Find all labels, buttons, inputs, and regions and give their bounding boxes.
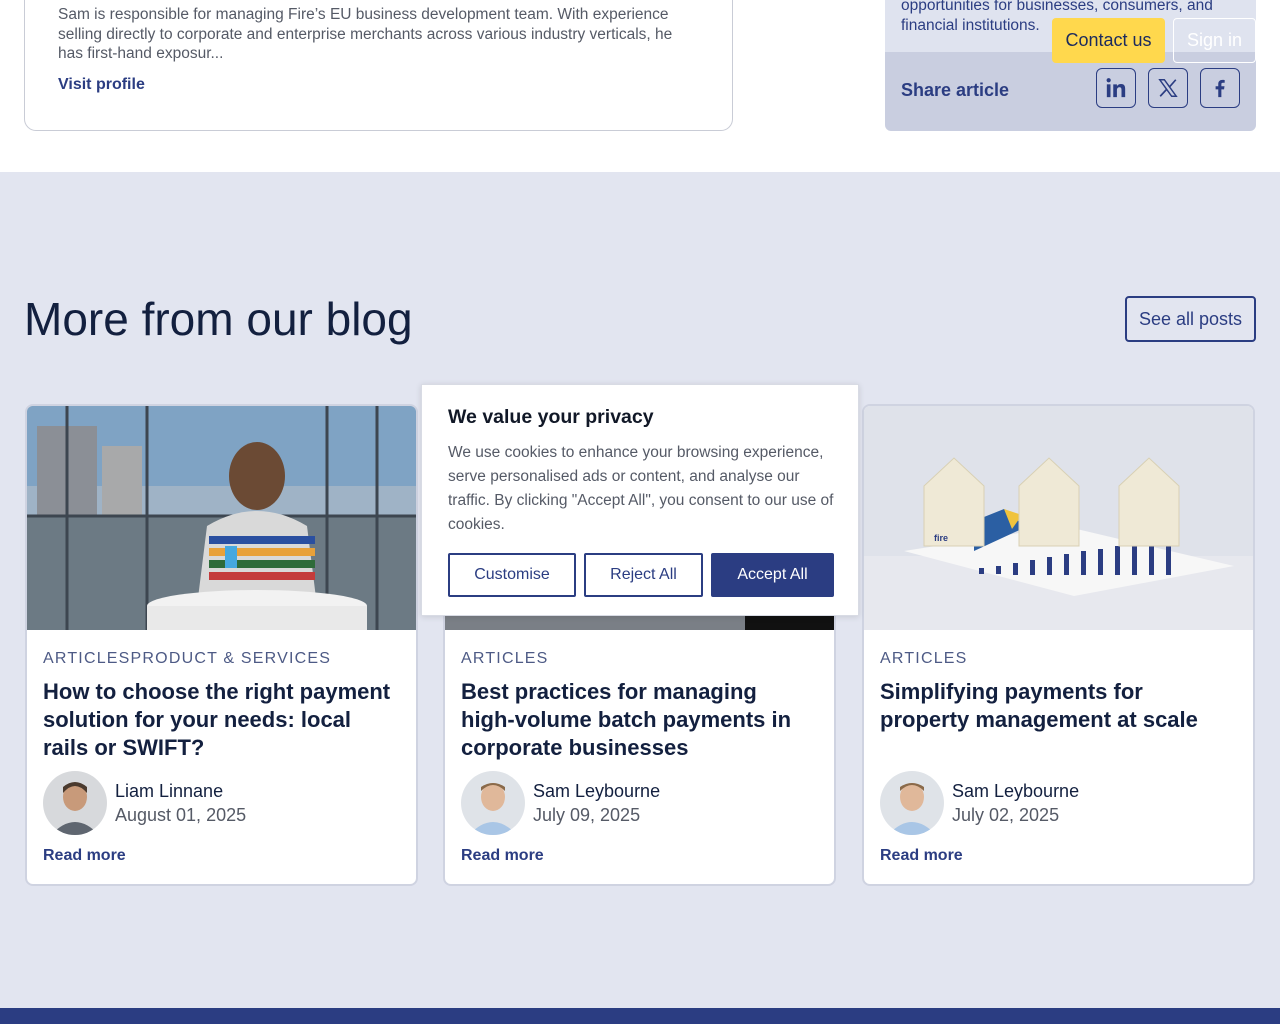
cookie-consent-dialog: We value your privacy We use cookies to …	[421, 384, 859, 616]
author-name: Liam Linnane	[115, 781, 224, 801]
linkedin-icon	[1106, 78, 1126, 98]
avatar	[43, 771, 107, 835]
share-x-button[interactable]	[1148, 68, 1188, 108]
accept-all-button[interactable]: Accept All	[711, 553, 834, 597]
contact-us-button[interactable]: Contact us	[1052, 18, 1165, 63]
x-icon	[1158, 79, 1178, 97]
author-card: Sam is responsible for managing Fire’s E…	[24, 0, 733, 131]
visit-profile-link[interactable]: Visit profile	[58, 76, 145, 94]
card-author: Sam Leybourne July 02, 2025	[880, 771, 1079, 835]
read-more-link[interactable]: Read more	[880, 847, 963, 865]
post-date: July 09, 2025	[533, 805, 641, 825]
facebook-icon	[1215, 79, 1225, 98]
card-title[interactable]: Best practices for managing high-volume …	[461, 678, 816, 762]
section-title: More from our blog	[24, 293, 413, 345]
footer-bar	[0, 1008, 1280, 1024]
author-name: Sam Leybourne	[533, 781, 661, 801]
card-author: Sam Leybourne July 09, 2025	[461, 771, 660, 835]
avatar	[880, 771, 944, 835]
customise-button[interactable]: Customise	[448, 553, 576, 597]
cookie-body: We use cookies to enhance your browsing …	[448, 444, 834, 533]
author-name: Sam Leybourne	[952, 781, 1080, 801]
card-author: Liam Linnane August 01, 2025	[43, 771, 246, 835]
share-linkedin-button[interactable]	[1096, 68, 1136, 108]
sign-in-button[interactable]: Sign in	[1173, 18, 1256, 63]
read-more-link[interactable]: Read more	[43, 847, 126, 865]
card-category: ARTICLES	[461, 650, 549, 667]
reject-all-button[interactable]: Reject All	[584, 553, 703, 597]
post-date: August 01, 2025	[115, 805, 247, 825]
read-more-link[interactable]: Read more	[461, 847, 544, 865]
author-bio: Sam is responsible for managing Fire’s E…	[58, 6, 673, 62]
share-facebook-button[interactable]	[1200, 68, 1240, 108]
see-all-posts-button[interactable]: See all posts	[1125, 296, 1256, 342]
card-title[interactable]: How to choose the right payment solution…	[43, 678, 398, 762]
avatar	[461, 771, 525, 835]
share-article-label: Share article	[901, 80, 1010, 100]
cookie-title: We value your privacy	[448, 406, 654, 428]
blog-card[interactable]: ARTICLESPRODUCT & SERVICES How to choose…	[25, 404, 418, 886]
card-image-person-with-phone	[27, 406, 416, 630]
blog-card[interactable]: fire ARTICLES Simplifying payments for p…	[862, 404, 1255, 886]
card-image-property-houses: fire	[864, 406, 1253, 630]
card-category: ARTICLESPRODUCT & SERVICES	[43, 650, 332, 667]
card-category: ARTICLES	[880, 650, 968, 667]
svg-text:fire: fire	[934, 533, 948, 543]
article-footer-section: Sam is responsible for managing Fire’s E…	[0, 0, 1280, 172]
post-date: July 02, 2025	[952, 805, 1060, 825]
card-title[interactable]: Simplifying payments for property manage…	[880, 678, 1235, 734]
